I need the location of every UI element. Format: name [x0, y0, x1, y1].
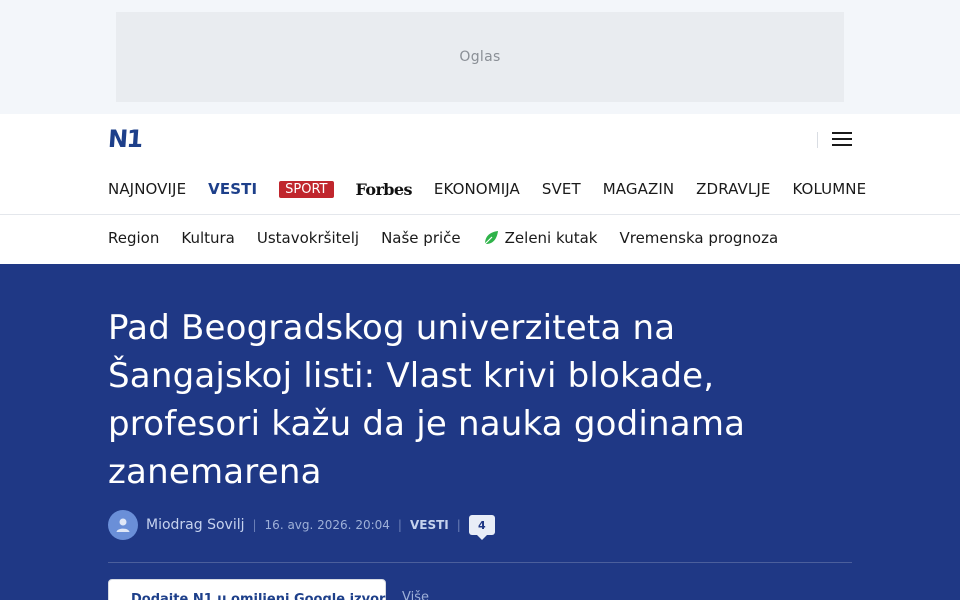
sub-nav-item-region[interactable]: Region — [108, 229, 159, 247]
sub-nav-item-vremenska-prognoza[interactable]: Vremenska prognoza — [619, 229, 778, 247]
google-button-label: Dodajte N1 u omiljeni Google izvor — [131, 591, 386, 600]
site-header: N1 NAJNOVIJE VESTI SPORT Forbes EKONOMIJ… — [0, 114, 960, 214]
meta-separator: | — [252, 518, 257, 532]
sub-nav-label: Ustavokršitelj — [256, 229, 360, 247]
n1-logo[interactable]: N1 — [107, 125, 150, 153]
sub-nav-label: Vremenska prognoza — [619, 229, 779, 247]
article-meta: Miodrag Sovilj | 16. avg. 2026. 20:04 | … — [108, 510, 495, 540]
publish-date: 16. avg. 2026. 20:04 — [264, 518, 390, 532]
meta-separator: | — [397, 518, 402, 532]
comment-count-badge[interactable]: 4 — [468, 515, 495, 540]
more-link[interactable]: Više — [402, 590, 429, 600]
main-nav: NAJNOVIJE VESTI SPORT Forbes EKONOMIJA S… — [108, 176, 866, 202]
user-icon — [116, 518, 130, 532]
article-hero: Pad Beogradskog univerziteta na Šangajsk… — [0, 264, 960, 600]
sub-nav-label: Kultura — [181, 229, 235, 247]
meta-divider — [108, 562, 852, 563]
sub-nav: Region Kultura Ustavokršitelj Naše priče… — [0, 214, 960, 264]
sub-nav-item-zeleni-kutak[interactable]: Zeleni kutak — [483, 229, 598, 247]
article-headline: Pad Beogradskog univerziteta na Šangajsk… — [108, 308, 746, 492]
nav-item-najnovije[interactable]: NAJNOVIJE — [108, 180, 186, 198]
hamburger-menu-icon[interactable] — [832, 130, 852, 148]
leaf-icon — [484, 231, 498, 245]
header-separator — [817, 132, 818, 148]
logo-text: N1 — [107, 125, 143, 153]
nav-item-forbes[interactable]: Forbes — [356, 180, 413, 199]
nav-item-kolumne[interactable]: KOLUMNE — [792, 180, 866, 198]
nav-item-sport[interactable]: SPORT — [279, 180, 334, 198]
sub-nav-label: Naše priče — [381, 229, 461, 247]
author-avatar[interactable] — [108, 510, 138, 540]
ad-strip: Oglas — [0, 0, 960, 114]
sub-nav-item-nase-price[interactable]: Naše priče — [381, 229, 461, 247]
author-name[interactable]: Miodrag Sovilj — [146, 517, 245, 533]
google-source-button[interactable]: Dodajte N1 u omiljeni Google izvor — [108, 579, 386, 600]
article-category[interactable]: VESTI — [410, 518, 449, 532]
comment-count: 4 — [477, 518, 486, 532]
nav-item-svet[interactable]: SVET — [542, 180, 581, 198]
ad-label: Oglas — [459, 49, 501, 65]
ad-placeholder[interactable]: Oglas — [116, 12, 844, 102]
nav-item-ekonomija[interactable]: EKONOMIJA — [434, 180, 520, 198]
nav-item-magazin[interactable]: MAGAZIN — [603, 180, 674, 198]
meta-separator: | — [456, 518, 461, 532]
nav-item-vesti[interactable]: VESTI — [208, 180, 257, 198]
nav-item-zdravlje[interactable]: ZDRAVLJE — [696, 180, 770, 198]
sub-nav-item-kultura[interactable]: Kultura — [181, 229, 235, 247]
sub-nav-label: Zeleni kutak — [504, 229, 598, 247]
sub-nav-item-ustavokrsitelj[interactable]: Ustavokršitelj — [257, 229, 359, 247]
sub-nav-label: Region — [108, 229, 160, 247]
